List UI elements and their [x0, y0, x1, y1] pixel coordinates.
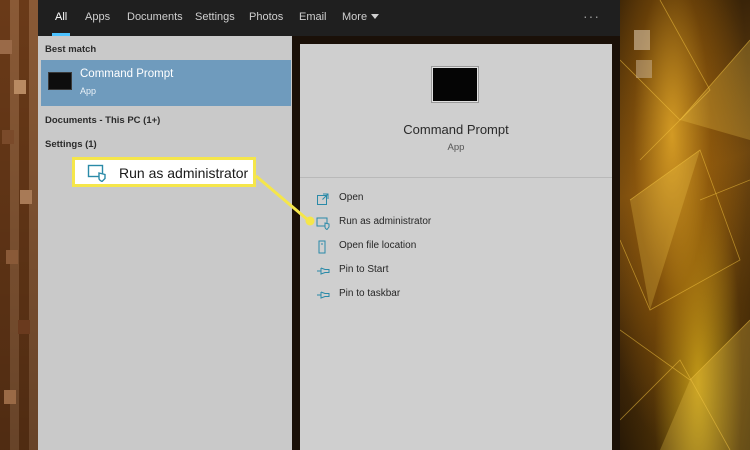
best-match-subtitle: App [80, 86, 97, 96]
preview-subtitle: App [447, 142, 465, 153]
wallpaper-right [620, 0, 750, 450]
terminal-icon [431, 66, 479, 103]
action-pin-to-taskbar-label: Pin to taskbar [339, 288, 401, 299]
tab-more[interactable]: More [342, 0, 380, 36]
action-run-as-administrator-label: Run as administrator [339, 216, 432, 227]
tab-all[interactable]: All [51, 0, 71, 36]
tab-email[interactable]: Email [299, 0, 327, 36]
tab-photos[interactable]: Photos [249, 0, 283, 36]
settings-group-heading[interactable]: Settings (1) [45, 139, 97, 150]
pin-icon [317, 291, 330, 299]
search-tabs-bar: All Apps Documents Settings Photos Email… [38, 0, 620, 36]
preview-title: Command Prompt [403, 122, 509, 137]
best-match-result[interactable]: Command Prompt App [41, 60, 291, 106]
preview-pane: Command Prompt App Open Run as administr… [300, 44, 612, 450]
tab-apps[interactable]: Apps [85, 0, 110, 36]
documents-group-heading[interactable]: Documents - This PC (1+) [45, 115, 160, 126]
terminal-icon [48, 72, 72, 90]
action-open-file-location-label: Open file location [339, 240, 417, 251]
divider [300, 177, 612, 178]
open-icon [317, 193, 329, 205]
action-open-label: Open [339, 192, 364, 203]
run-as-administrator-callout: Run as administrator [72, 157, 256, 187]
callout-label: Run as administrator [119, 165, 249, 181]
tab-documents[interactable]: Documents [127, 0, 183, 36]
best-match-heading: Best match [45, 44, 97, 55]
chevron-down-icon [371, 13, 380, 19]
tab-more-label: More [342, 11, 368, 23]
file-location-icon [318, 240, 326, 254]
more-options-icon[interactable]: ··· [583, 0, 600, 36]
best-match-title: Command Prompt [80, 68, 174, 80]
admin-shield-icon [316, 217, 330, 230]
action-pin-to-start-label: Pin to Start [339, 264, 389, 275]
pin-icon [317, 267, 330, 275]
tab-settings[interactable]: Settings [195, 0, 235, 36]
wallpaper-left [0, 0, 38, 450]
admin-shield-icon [87, 164, 106, 182]
results-pane: Best match Command Prompt App Documents … [38, 36, 292, 450]
